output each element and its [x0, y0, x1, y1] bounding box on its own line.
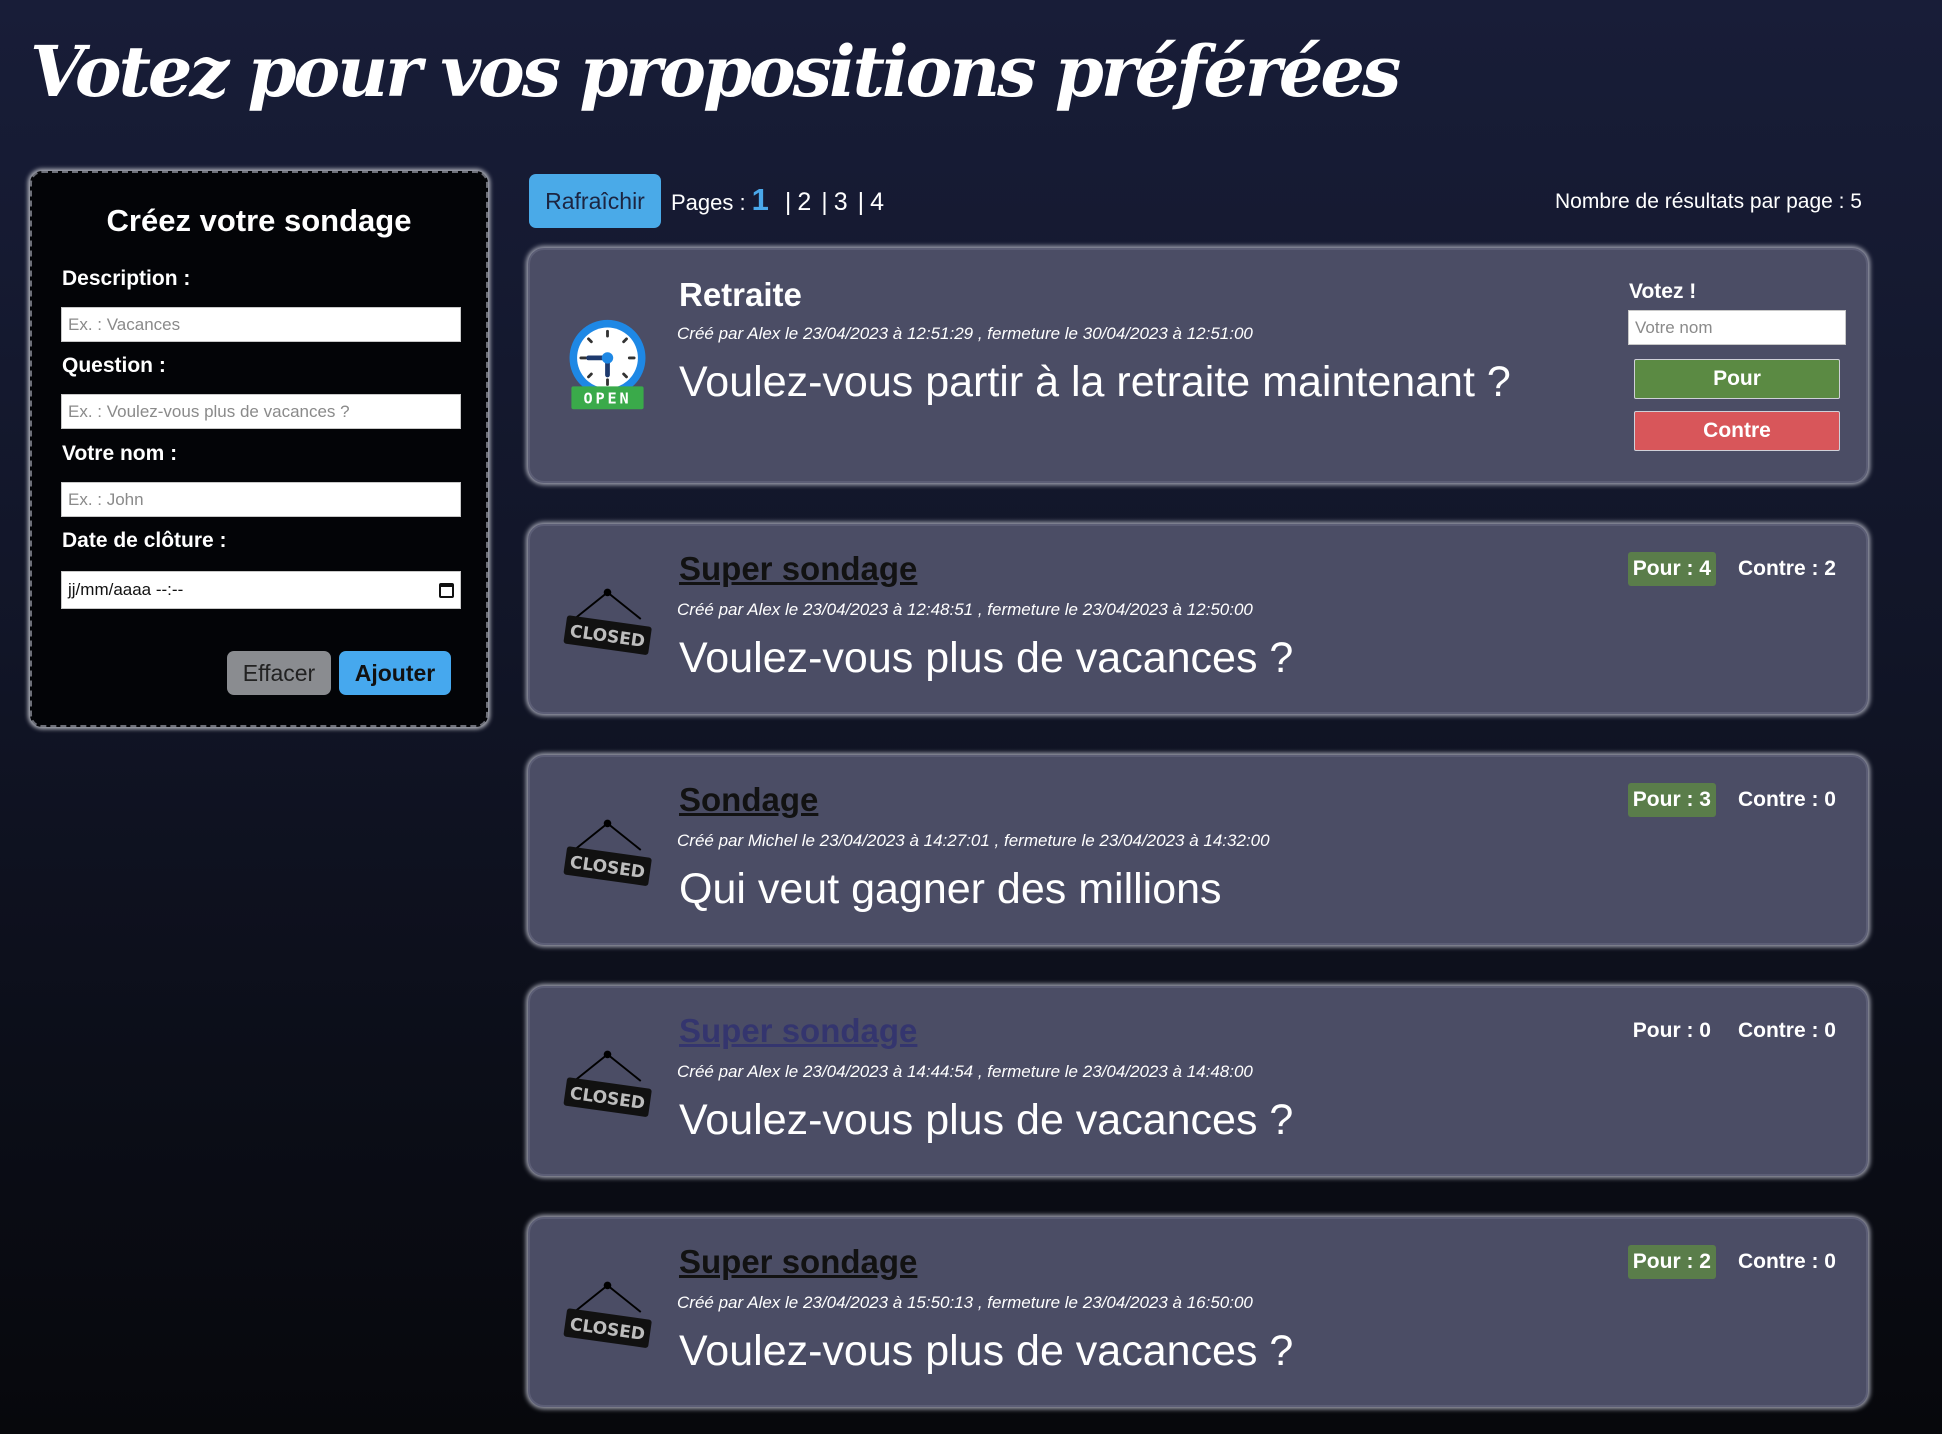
- closed-sign-icon: CLOSED: [563, 819, 652, 886]
- vote-contre-button[interactable]: Contre: [1634, 411, 1840, 451]
- poll-question: Qui veut gagner des millions: [679, 865, 1222, 913]
- voter-name-input[interactable]: [1628, 310, 1846, 345]
- clear-button[interactable]: Effacer: [227, 651, 331, 695]
- poll-title-link[interactable]: Super sondage: [679, 1243, 917, 1281]
- closed-sign-icon: CLOSED: [563, 1281, 652, 1348]
- vote-label: Votez !: [1629, 280, 1697, 303]
- description-input[interactable]: [61, 307, 461, 342]
- page-separator: |: [821, 188, 828, 216]
- question-input[interactable]: [61, 394, 461, 429]
- page-link-2[interactable]: 2: [797, 188, 811, 217]
- vote-tally: Pour : 3 Contre : 0: [1627, 783, 1836, 817]
- page-link-4[interactable]: 4: [870, 188, 884, 217]
- pour-count: Pour : 0: [1632, 1019, 1711, 1042]
- poll-title-link[interactable]: Super sondage: [679, 550, 917, 588]
- page-separator: |: [857, 188, 865, 216]
- open-clock-icon: OPEN: [569, 319, 646, 410]
- poll-title-link[interactable]: Super sondage: [679, 1012, 917, 1050]
- refresh-button[interactable]: Rafraîchir: [529, 174, 661, 228]
- create-poll-title: Créez votre sondage: [106, 203, 412, 238]
- closed-sign-icon: CLOSED: [563, 1050, 652, 1117]
- create-poll-panel: Créez votre sondage Description : Questi…: [30, 171, 488, 727]
- poll-title-link[interactable]: Sondage: [679, 781, 818, 819]
- page-title: Votez pour vos propositions préférées: [30, 30, 1401, 113]
- vote-pour-button[interactable]: Pour: [1634, 359, 1840, 399]
- open-label: OPEN: [584, 390, 632, 408]
- calendar-icon[interactable]: [439, 582, 454, 598]
- pages-label: Pages :: [671, 190, 746, 215]
- poll-meta: Créé par Alex le 23/04/2023 à 15:50:13 ,…: [677, 1293, 1253, 1312]
- contre-count: Contre : 0: [1737, 788, 1836, 811]
- pagination: Pages : 1 | 2 | 3 | 4: [671, 182, 892, 218]
- closing-date-label: Date de clôture :: [62, 529, 227, 552]
- page-link-3[interactable]: 3: [834, 188, 848, 217]
- closed-sign-icon: CLOSED: [563, 588, 652, 655]
- vote-tally: Pour : 0 Contre : 0: [1628, 1014, 1836, 1048]
- name-input[interactable]: [61, 482, 461, 517]
- results-per-page: Nombre de résultats par page : 5: [1554, 190, 1862, 213]
- question-label: Question :: [62, 354, 166, 377]
- poll-card: CLOSED Super sondage Créé par Alex le 23…: [528, 1217, 1868, 1407]
- poll-card: CLOSED Super sondage Créé par Alex le 23…: [528, 986, 1868, 1176]
- poll-card: OPEN Retraite Créé par Alex le 23/04/202…: [528, 248, 1868, 483]
- name-label: Votre nom :: [62, 442, 178, 465]
- poll-title: Retraite: [679, 276, 802, 313]
- closing-date-input[interactable]: jj/mm/aaaa --:--: [61, 571, 461, 609]
- page-link-current[interactable]: 1: [752, 182, 769, 218]
- pour-count: Pour : 3: [1627, 783, 1716, 817]
- vote-tally: Pour : 4 Contre : 2: [1627, 552, 1836, 586]
- poll-meta: Créé par Alex le 23/04/2023 à 12:48:51 ,…: [677, 600, 1253, 619]
- page-separator: |: [784, 188, 792, 216]
- vote-tally: Pour : 2 Contre : 0: [1627, 1245, 1836, 1279]
- add-button[interactable]: Ajouter: [339, 651, 451, 695]
- pour-count: Pour : 4: [1627, 552, 1716, 586]
- description-label: Description :: [62, 267, 191, 290]
- pour-count: Pour : 2: [1627, 1245, 1716, 1279]
- poll-question: Voulez-vous plus de vacances ?: [679, 634, 1294, 682]
- poll-question: Voulez-vous partir à la retraite mainten…: [679, 358, 1511, 406]
- poll-meta: Créé par Michel le 23/04/2023 à 14:27:01…: [677, 831, 1270, 850]
- closing-date-value: jj/mm/aaaa --:--: [68, 580, 184, 599]
- poll-card: CLOSED Super sondage Créé par Alex le 23…: [528, 524, 1868, 714]
- contre-count: Contre : 2: [1737, 557, 1836, 580]
- poll-card: CLOSED Sondage Créé par Michel le 23/04/…: [528, 755, 1868, 945]
- poll-meta: Créé par Alex le 23/04/2023 à 14:44:54 ,…: [677, 1062, 1253, 1081]
- contre-count: Contre : 0: [1737, 1250, 1836, 1273]
- contre-count: Contre : 0: [1737, 1019, 1836, 1042]
- poll-question: Voulez-vous plus de vacances ?: [679, 1327, 1294, 1375]
- poll-question: Voulez-vous plus de vacances ?: [679, 1096, 1294, 1144]
- poll-meta: Créé par Alex le 23/04/2023 à 12:51:29 ,…: [677, 324, 1253, 343]
